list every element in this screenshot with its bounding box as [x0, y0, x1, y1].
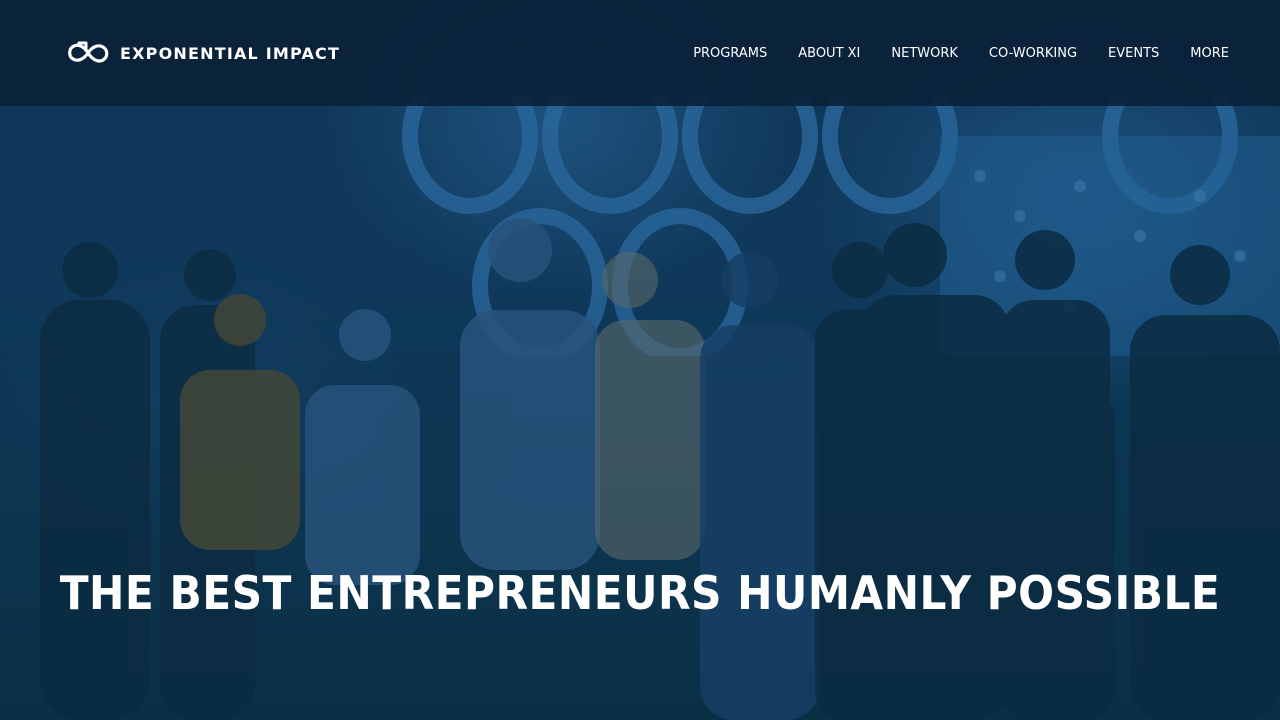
nav-item-about-xi[interactable]: ABOUT XI [798, 40, 860, 67]
nav-item-programs[interactable]: PROGRAMS [693, 40, 767, 67]
page: EXPONENTIAL IMPACT PROGRAMS ABOUT XI NET… [0, 0, 1280, 720]
brand-logo-link[interactable]: EXPONENTIAL IMPACT [66, 41, 340, 65]
nav-item-network[interactable]: NETWORK [891, 40, 958, 67]
infinity-arrow-logo-icon [68, 41, 109, 63]
nav-item-co-working[interactable]: CO-WORKING [989, 40, 1077, 67]
nav-item-events[interactable]: EVENTS [1108, 40, 1159, 67]
nav-item-more[interactable]: MORE [1190, 40, 1229, 67]
main-nav: PROGRAMS ABOUT XI NETWORK CO-WORKING EVE… [693, 40, 1229, 67]
site-header: EXPONENTIAL IMPACT PROGRAMS ABOUT XI NET… [0, 0, 1280, 106]
hero-headline: THE BEST ENTREPRENEURS HUMANLY POSSIBLE [59, 566, 1221, 620]
brand-name: EXPONENTIAL IMPACT [120, 43, 341, 63]
